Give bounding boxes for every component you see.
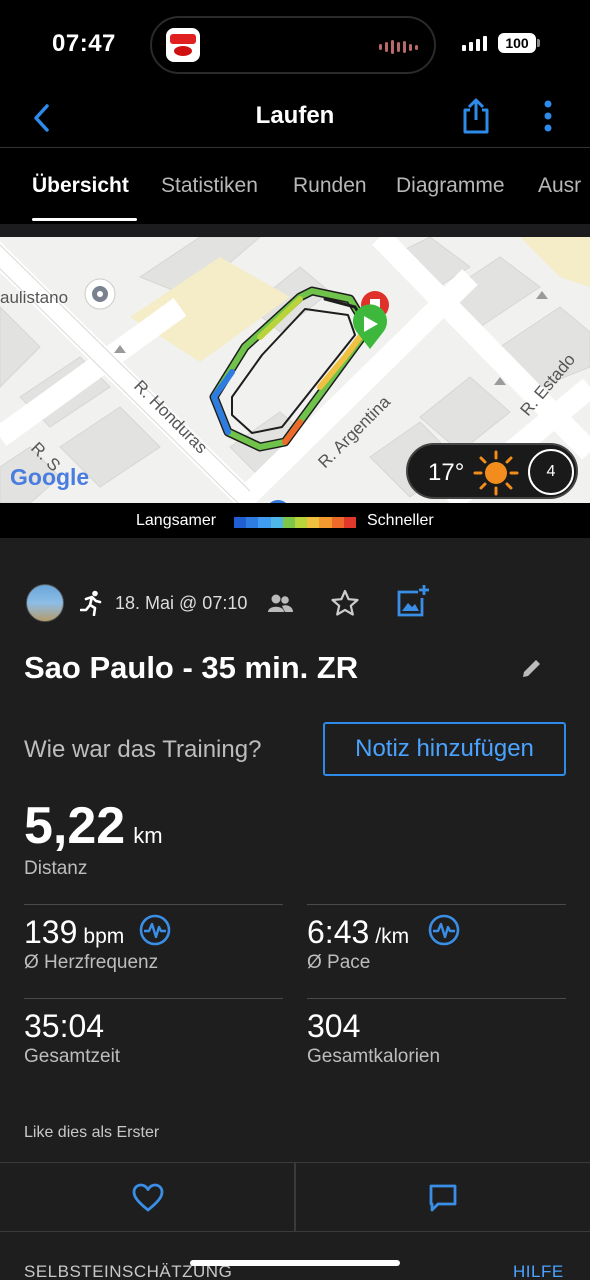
- calories-value: 304: [307, 1008, 361, 1044]
- add-note-button[interactable]: Notiz hinzufügen: [323, 722, 566, 776]
- clock: 07:47: [52, 30, 116, 57]
- legend-slow-label: Langsamer: [136, 512, 217, 529]
- pace-unit: /km: [375, 925, 410, 948]
- divider: [24, 904, 283, 905]
- audio-wave-icon: [379, 40, 418, 54]
- google-logo: Google: [10, 464, 89, 490]
- page-title: Laufen: [255, 102, 335, 129]
- social-action-bar: [0, 1162, 590, 1233]
- heart-rate-value: 139: [24, 914, 78, 950]
- distance-unit: km: [133, 823, 163, 848]
- tab-laps[interactable]: Runden: [293, 174, 367, 198]
- avatar[interactable]: [26, 584, 64, 622]
- tab-bar: Übersicht Statistiken Runden Diagramme A…: [0, 148, 590, 224]
- activity-details: 18. Mai @ 07:10 Sao Paulo - 35 min. ZR W…: [0, 538, 590, 1280]
- legend-swatch: [270, 517, 283, 528]
- pace-label: Ø Pace: [307, 952, 371, 973]
- signal-icon: [462, 36, 487, 51]
- legend-swatch: [343, 517, 357, 528]
- star-icon[interactable]: [330, 588, 360, 618]
- activity-meta-row: 18. Mai @ 07:10: [26, 584, 566, 624]
- legend-swatch: [331, 517, 344, 528]
- legend-color-bar: [234, 517, 357, 528]
- calories-label: Gesamtkalorien: [307, 1046, 441, 1067]
- legend-swatch: [319, 517, 332, 528]
- divider: [307, 998, 566, 999]
- heart-rate-stat: 139 bpm: [24, 914, 124, 951]
- legend-swatch: [282, 517, 296, 528]
- battery-icon: 100: [498, 33, 536, 53]
- running-icon: [80, 590, 102, 616]
- total-time-stat: 35:04: [24, 1008, 104, 1045]
- activity-date: 18. Mai @ 07:10: [115, 593, 248, 613]
- distance-number: 5,22: [24, 797, 126, 855]
- dynamic-island[interactable]: [150, 16, 436, 74]
- legend-swatch: [307, 517, 320, 528]
- pulse-icon[interactable]: [139, 914, 171, 946]
- comment-icon[interactable]: [428, 1183, 458, 1213]
- like-prompt: Like dies als Erster: [24, 1124, 160, 1141]
- heart-rate-label: Ø Herzfrequenz: [24, 952, 159, 973]
- status-bar: 07:47 100: [0, 0, 590, 88]
- island-app-icon: [166, 28, 200, 62]
- calories-stat: 304: [307, 1008, 360, 1045]
- total-time-value: 35:04: [24, 1008, 105, 1044]
- heart-icon[interactable]: [132, 1183, 164, 1213]
- legend-swatch: [246, 517, 259, 528]
- pace-value: 6:43: [307, 914, 370, 950]
- pace-stat: 6:43/km: [307, 914, 409, 951]
- legend-swatch: [295, 517, 308, 528]
- divider: [307, 904, 566, 905]
- tab-overview[interactable]: Übersicht: [32, 174, 129, 198]
- distance-value: 5,22 km: [24, 796, 163, 856]
- help-link[interactable]: HILFE: [513, 1262, 564, 1280]
- distance-label: Distanz: [24, 858, 88, 879]
- tabs-divider: [0, 224, 590, 237]
- training-question: Wie war das Training?: [24, 736, 262, 763]
- edit-pencil-icon[interactable]: [520, 656, 544, 680]
- divider: [24, 998, 283, 999]
- weather-badge[interactable]: 17° 4: [406, 443, 578, 499]
- sun-icon: [473, 450, 519, 496]
- battery-tip: [537, 39, 540, 47]
- pace-legend: Langsamer Schneller: [0, 503, 590, 538]
- tab-statistics[interactable]: Statistiken: [161, 174, 258, 198]
- wind-direction-icon: 4: [528, 449, 574, 495]
- legend-fast-label: Schneller: [367, 512, 434, 529]
- total-time-label: Gesamtzeit: [24, 1046, 121, 1067]
- weather-temp: 17°: [428, 459, 465, 486]
- people-icon[interactable]: [266, 590, 294, 618]
- self-assessment-section: SELBSTEINSCHÄTZUNG HILFE: [0, 1232, 590, 1280]
- tab-charts[interactable]: Diagramme: [396, 174, 505, 198]
- pulse-icon[interactable]: [428, 914, 460, 946]
- home-indicator[interactable]: [190, 1260, 400, 1266]
- active-tab-indicator: [32, 218, 137, 221]
- heart-rate-unit: bpm: [83, 925, 125, 948]
- nav-bar: Laufen: [0, 88, 590, 148]
- legend-swatch: [258, 517, 271, 528]
- map-label-paulistano: aulistano: [0, 288, 68, 307]
- add-photo-icon[interactable]: [396, 584, 430, 618]
- activity-title: Sao Paulo - 35 min. ZR: [24, 650, 359, 685]
- tab-equipment[interactable]: Ausr: [538, 174, 581, 198]
- share-icon[interactable]: [460, 96, 492, 136]
- legend-swatch: [234, 517, 247, 528]
- more-vertical-icon[interactable]: [536, 98, 560, 134]
- action-separator: [294, 1163, 296, 1233]
